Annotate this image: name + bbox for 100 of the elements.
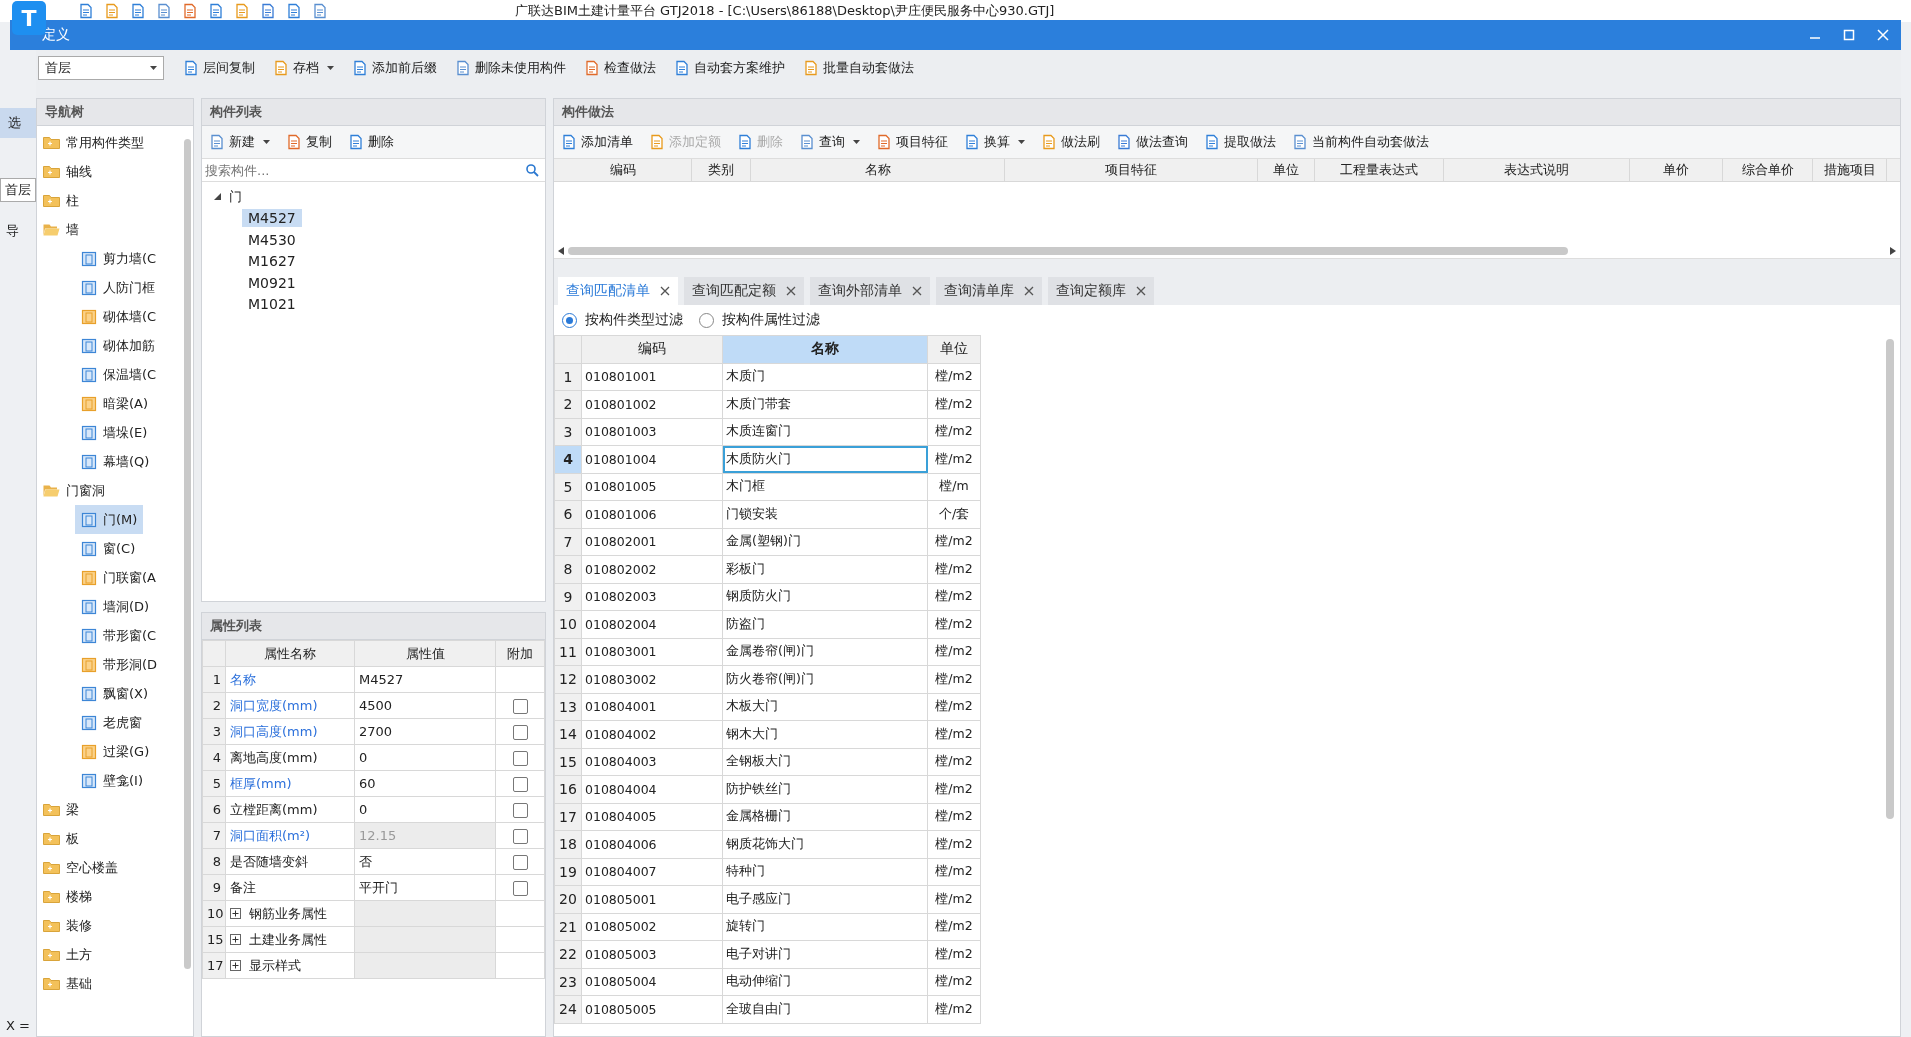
toolbar-button[interactable]: 层间复制 xyxy=(176,55,262,81)
row-number[interactable]: 6 xyxy=(554,500,582,528)
tree-item[interactable]: 装修 xyxy=(37,911,92,940)
checkbox[interactable] xyxy=(512,698,528,714)
table-cell[interactable]: 全玻自由门 xyxy=(722,995,928,1023)
column-header[interactable]: 单位 xyxy=(927,335,981,363)
tree-item[interactable]: 梁 xyxy=(37,795,79,824)
toolbar-button[interactable]: 添加清单 xyxy=(554,129,640,155)
table-cell[interactable]: 彩板门 xyxy=(722,555,928,583)
close-icon[interactable] xyxy=(786,286,796,296)
toolbar-button[interactable]: 换算 xyxy=(957,129,1032,155)
tree-item[interactable]: 保温墙(C xyxy=(75,360,163,389)
expand-icon[interactable] xyxy=(230,934,241,945)
row-number[interactable]: 16 xyxy=(554,775,582,803)
row-number[interactable]: 20 xyxy=(554,885,582,913)
table-cell[interactable]: 防盗门 xyxy=(722,610,928,638)
row-number[interactable]: 12 xyxy=(554,665,582,693)
tree-item[interactable]: 墙洞(D) xyxy=(75,592,156,621)
component-item[interactable]: M1627 xyxy=(242,252,302,271)
property-value[interactable]: 平开门 xyxy=(354,874,496,901)
row-number[interactable]: 18 xyxy=(554,830,582,858)
tree-item[interactable]: 墙垛(E) xyxy=(75,418,154,447)
tree-item[interactable]: 轴线 xyxy=(37,157,92,186)
tree-item[interactable]: 老虎窗 xyxy=(75,708,148,737)
row-number[interactable]: 13 xyxy=(554,693,582,721)
table-cell[interactable]: 木质连窗门 xyxy=(722,418,928,446)
toolbar-button[interactable]: 检查做法 xyxy=(577,55,663,81)
row-number[interactable]: 8 xyxy=(554,555,582,583)
tree-item[interactable]: 暗梁(A) xyxy=(75,389,155,418)
row-number[interactable]: 22 xyxy=(554,940,582,968)
property-value[interactable]: 0 xyxy=(354,744,496,771)
radio-label[interactable]: 按构件类型过滤 xyxy=(585,311,683,329)
toolbar-button[interactable]: 提取做法 xyxy=(1197,129,1283,155)
tree-item[interactable]: 门(M) xyxy=(75,505,144,534)
checkbox[interactable] xyxy=(512,724,528,740)
row-number[interactable]: 14 xyxy=(554,720,582,748)
tree-item[interactable]: 砌体墙(C xyxy=(75,302,163,331)
property-value[interactable]: 60 xyxy=(354,770,496,797)
tab[interactable]: 查询外部清单 xyxy=(810,277,930,305)
property-value[interactable]: 4500 xyxy=(354,692,496,719)
table-cell[interactable]: 防护铁丝门 xyxy=(722,775,928,803)
toolbar-button[interactable]: 删除未使用构件 xyxy=(448,55,573,81)
table-cell[interactable]: 特种门 xyxy=(722,858,928,886)
expand-icon[interactable] xyxy=(230,908,241,919)
row-number[interactable]: 21 xyxy=(554,913,582,941)
tree-item[interactable]: 基础 xyxy=(37,969,92,998)
close-icon[interactable] xyxy=(660,286,670,296)
property-value[interactable]: 2700 xyxy=(354,718,496,745)
tree-item[interactable]: 窗(C) xyxy=(75,534,142,563)
toolbar-button[interactable]: 批量自动套做法 xyxy=(796,55,921,81)
tree-item[interactable]: 柱 xyxy=(37,186,79,215)
table-cell[interactable]: 木质门带套 xyxy=(722,390,928,418)
close-icon[interactable] xyxy=(1024,286,1034,296)
table-cell[interactable]: 木门框 xyxy=(722,473,928,501)
table-cell[interactable]: 全钢板大门 xyxy=(722,748,928,776)
collapse-arrow-icon[interactable] xyxy=(214,193,221,201)
toolbar-button[interactable]: 存档 xyxy=(266,55,341,81)
checkbox[interactable] xyxy=(512,828,528,844)
tree-item[interactable]: 土方 xyxy=(37,940,92,969)
toolbar-button[interactable]: 做法刷 xyxy=(1034,129,1107,155)
tree-item[interactable]: 过梁(G) xyxy=(75,737,156,766)
tree-item[interactable]: 门窗洞 xyxy=(37,476,105,505)
tree-item[interactable]: 带形洞(D xyxy=(75,650,164,679)
toolbar-button[interactable]: 项目特征 xyxy=(869,129,955,155)
row-number[interactable]: 4 xyxy=(554,445,582,473)
tab[interactable]: 查询定额库 xyxy=(1048,277,1154,305)
toolbar-button[interactable]: 当前构件自动套做法 xyxy=(1285,129,1436,155)
scroll-left-icon[interactable] xyxy=(558,247,564,255)
tab[interactable]: 查询匹配清单 xyxy=(558,277,678,305)
table-cell[interactable]: 钢木大门 xyxy=(722,720,928,748)
toolbar-button[interactable]: 自动套方案维护 xyxy=(667,55,792,81)
table-cell[interactable]: 防火卷帘(闸)门 xyxy=(722,665,928,693)
table-cell[interactable]: 木质门 xyxy=(722,363,928,391)
row-number[interactable]: 15 xyxy=(554,748,582,776)
row-number[interactable]: 3 xyxy=(554,418,582,446)
row-number[interactable]: 19 xyxy=(554,858,582,886)
row-number[interactable]: 23 xyxy=(554,968,582,996)
toolbar-button[interactable]: 添加前后缀 xyxy=(345,55,444,81)
table-cell[interactable]: 钢质花饰大门 xyxy=(722,830,928,858)
tree-item[interactable]: 带形窗(C xyxy=(75,621,163,650)
column-header[interactable]: 名称 xyxy=(722,335,928,363)
toolbar-button[interactable]: 查询 xyxy=(792,129,867,155)
search-icon[interactable] xyxy=(526,163,539,177)
radio-button[interactable] xyxy=(699,312,714,328)
close-icon[interactable] xyxy=(912,286,922,296)
tree-item[interactable]: 门 xyxy=(214,186,545,208)
tree-item[interactable]: 壁龛(I) xyxy=(75,766,149,795)
tree-item[interactable]: 砌体加筋 xyxy=(75,331,161,360)
toolbar-button[interactable]: 删除 xyxy=(341,129,401,155)
table-cell[interactable]: 木质防火门 xyxy=(722,445,928,473)
radio-button[interactable] xyxy=(562,312,577,328)
component-item[interactable]: M0921 xyxy=(242,273,302,292)
row-number[interactable]: 17 xyxy=(554,803,582,831)
tab[interactable]: 查询清单库 xyxy=(936,277,1042,305)
tree-item[interactable]: 飘窗(X) xyxy=(75,679,155,708)
table-cell[interactable]: 金属(塑钢)门 xyxy=(722,528,928,556)
tree-item[interactable]: 门联窗(A xyxy=(75,563,162,592)
column-header[interactable]: 编码 xyxy=(581,335,723,363)
table-cell[interactable]: 木板大门 xyxy=(722,693,928,721)
checkbox[interactable] xyxy=(512,854,528,870)
